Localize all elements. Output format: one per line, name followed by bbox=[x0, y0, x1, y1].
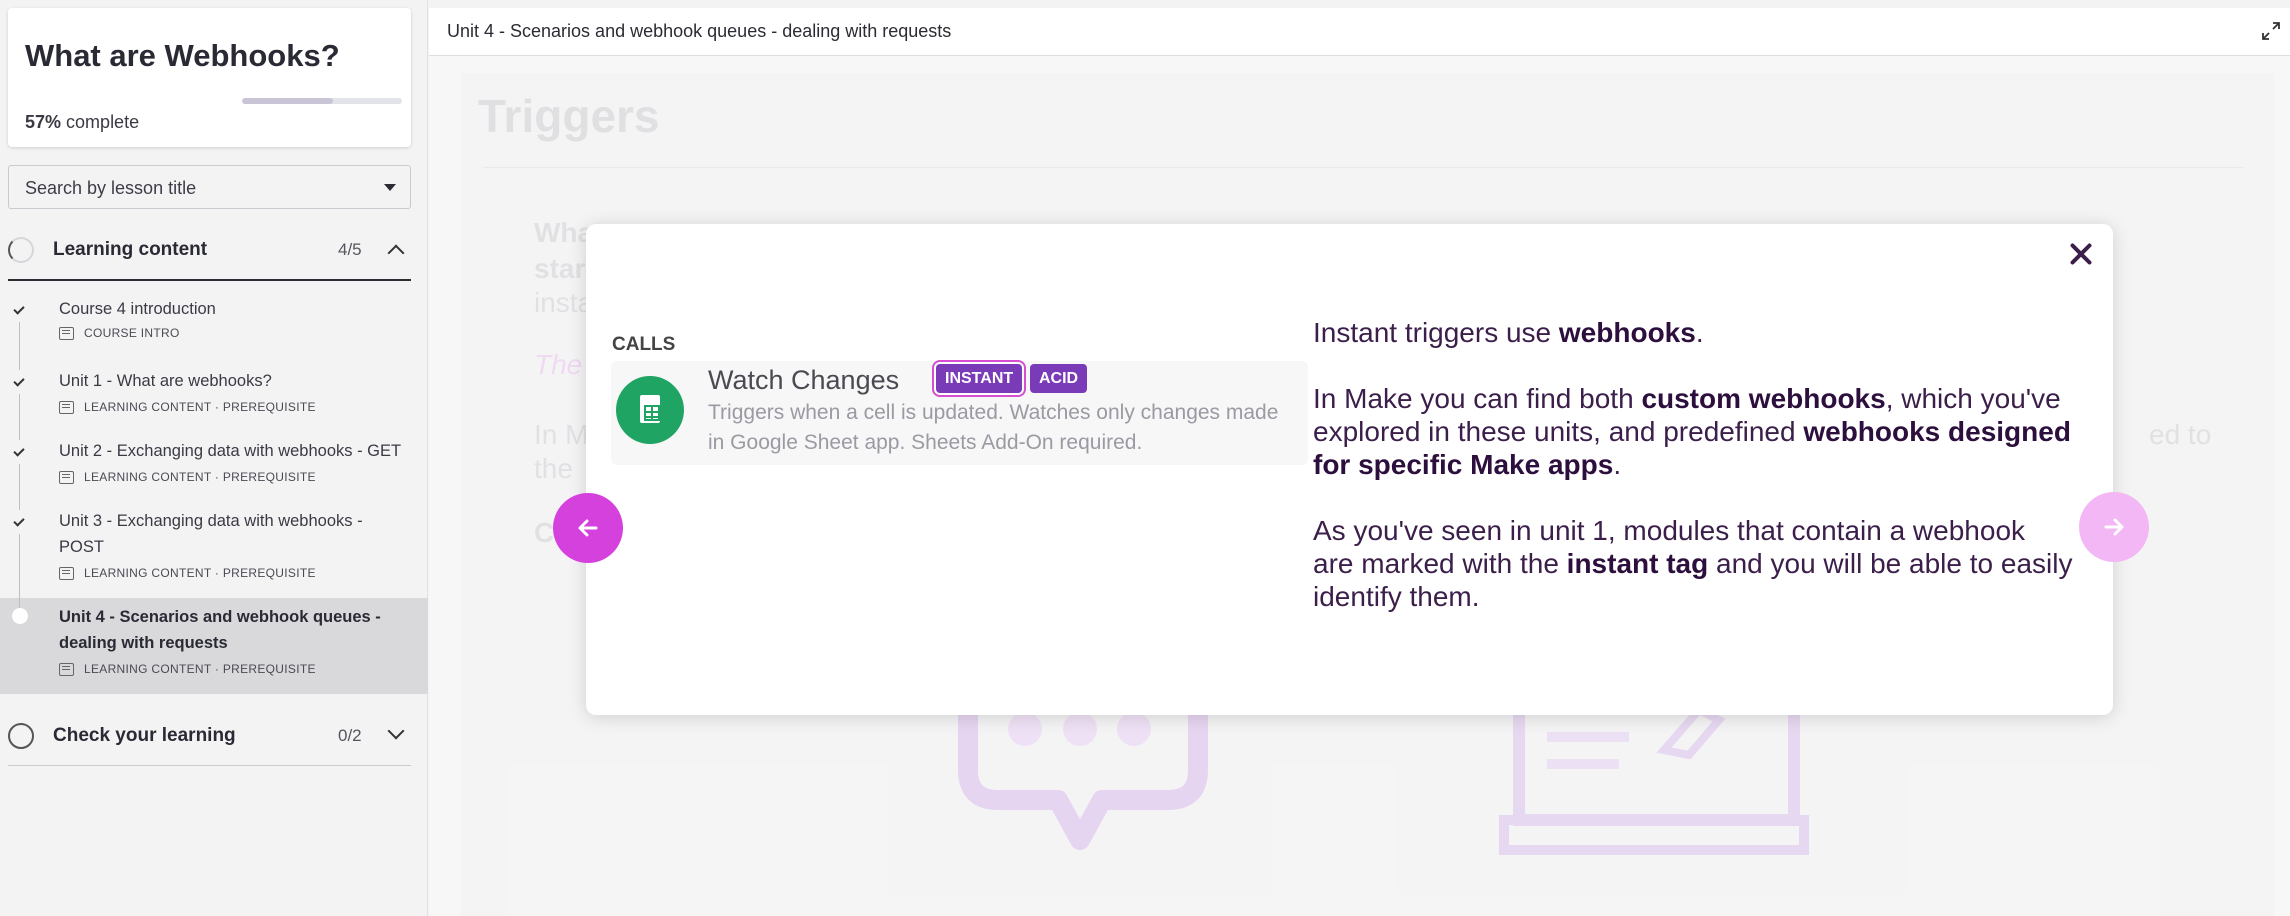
timeline-line bbox=[19, 534, 20, 598]
arrow-left-icon bbox=[578, 519, 598, 537]
expand-icon[interactable] bbox=[2262, 22, 2280, 40]
lesson-search-select[interactable]: Search by lesson title bbox=[8, 165, 411, 209]
module-description: Triggers when a cell is updated. Watches… bbox=[708, 401, 1279, 454]
lesson-item[interactable]: Course 4 introduction COURSE INTRO bbox=[0, 292, 428, 362]
lesson-meta-text: LEARNING CONTENT · PREREQUISITE bbox=[84, 470, 316, 484]
lesson-item-active[interactable]: Unit 4 - Scenarios and webhook queues - … bbox=[0, 598, 428, 694]
lesson-meta: LEARNING CONTENT · PREREQUISITE bbox=[59, 400, 316, 414]
lesson-title: Course 4 introduction bbox=[59, 300, 216, 318]
google-sheets-icon bbox=[616, 376, 684, 444]
module-name: Watch Changes bbox=[708, 365, 900, 395]
course-sidebar: What are Webhooks? 57% complete Search b… bbox=[0, 0, 428, 916]
calls-label: CALLS bbox=[612, 334, 676, 355]
timeline-line bbox=[19, 598, 20, 608]
lesson-topbar-title: Unit 4 - Scenarios and webhook queues - … bbox=[447, 21, 952, 41]
acid-badge: ACID bbox=[1030, 364, 1088, 393]
lesson-item[interactable]: Unit 1 - What are webhooks? LEARNING CON… bbox=[0, 362, 428, 432]
instant-badge: INSTANT bbox=[936, 364, 1023, 393]
section-learning-content[interactable]: Learning content 4/5 bbox=[0, 219, 412, 279]
slides-icon bbox=[59, 662, 74, 676]
lesson-item[interactable]: Unit 3 - Exchanging data with webhooks -… bbox=[0, 502, 428, 598]
lesson-meta-text: LEARNING CONTENT · PREREQUISITE bbox=[84, 566, 316, 580]
lesson-meta: COURSE INTRO bbox=[59, 326, 180, 340]
explanation-paragraph: As you've seen in unit 1, modules that c… bbox=[1313, 515, 2073, 612]
lesson-meta-text: LEARNING CONTENT · PREREQUISITE bbox=[84, 400, 316, 414]
chevron-down-icon[interactable] bbox=[387, 722, 405, 740]
lesson-item[interactable]: Unit 2 - Exchanging data with webhooks -… bbox=[0, 432, 428, 502]
progress-bar-fill bbox=[242, 98, 334, 104]
explanation-paragraph: In Make you can find both custom webhook… bbox=[1313, 383, 2071, 480]
lesson-meta-text: LEARNING CONTENT · PREREQUISITE bbox=[84, 662, 316, 676]
course-card: What are Webhooks? 57% complete bbox=[8, 8, 411, 147]
document-icon bbox=[59, 326, 74, 340]
modal-explanation: Instant triggers use webhooks. In Make y… bbox=[1313, 316, 2073, 646]
timeline-line bbox=[19, 432, 20, 440]
check-icon bbox=[13, 445, 25, 457]
lesson-meta: LEARNING CONTENT · PREREQUISITE bbox=[59, 470, 316, 484]
progress-percent: 57% bbox=[25, 112, 62, 132]
slides-icon bbox=[59, 566, 74, 580]
lesson-meta: LEARNING CONTENT · PREREQUISITE bbox=[59, 662, 316, 676]
slides-icon bbox=[59, 470, 74, 484]
next-button[interactable] bbox=[2079, 492, 2149, 562]
caret-down-icon bbox=[384, 184, 396, 191]
lesson-title: Unit 1 - What are webhooks? bbox=[59, 372, 272, 390]
explanation-paragraph: Instant triggers use webhooks. bbox=[1313, 317, 1704, 348]
progress-bar bbox=[242, 98, 402, 104]
previous-button[interactable] bbox=[553, 493, 623, 563]
check-icon bbox=[13, 303, 25, 315]
section-title: Learning content bbox=[53, 239, 208, 260]
timeline-line bbox=[19, 362, 20, 370]
timeline-line bbox=[19, 322, 20, 362]
check-icon bbox=[13, 375, 25, 387]
current-lesson-dot-icon bbox=[12, 608, 28, 624]
section-count: 0/2 bbox=[338, 726, 362, 745]
lesson-meta-text: COURSE INTRO bbox=[84, 326, 180, 340]
timeline-line bbox=[19, 502, 20, 510]
section-divider bbox=[8, 279, 411, 281]
section-count: 4/5 bbox=[338, 240, 362, 259]
timeline-line bbox=[19, 394, 20, 432]
module-card: Watch Changes INSTANT ACID Triggers when… bbox=[611, 361, 1308, 465]
course-title: What are Webhooks? bbox=[25, 38, 340, 73]
slides-icon bbox=[59, 400, 74, 414]
chevron-up-icon[interactable] bbox=[387, 244, 405, 262]
arrow-right-icon bbox=[2104, 518, 2124, 536]
progress-text: 57% complete bbox=[25, 112, 139, 133]
close-icon[interactable] bbox=[2066, 239, 2096, 269]
info-modal: CALLS Watch Changes INSTANT ACID Trigger… bbox=[586, 224, 2113, 715]
lesson-title: Unit 4 - Scenarios and webhook queues - … bbox=[59, 608, 381, 652]
lesson-title: Unit 3 - Exchanging data with webhooks -… bbox=[59, 512, 363, 556]
progress-ring-icon bbox=[8, 237, 34, 263]
progress-ring-icon bbox=[8, 723, 34, 749]
progress-suffix: complete bbox=[66, 112, 140, 132]
lesson-topbar: Unit 4 - Scenarios and webhook queues - … bbox=[429, 8, 2290, 56]
lesson-meta: LEARNING CONTENT · PREREQUISITE bbox=[59, 566, 316, 580]
section-check-your-learning[interactable]: Check your learning 0/2 bbox=[0, 705, 412, 765]
section-divider bbox=[8, 765, 411, 766]
check-icon bbox=[13, 515, 25, 527]
lesson-title: Unit 2 - Exchanging data with webhooks -… bbox=[59, 442, 402, 460]
timeline-line bbox=[19, 464, 20, 502]
section-title: Check your learning bbox=[53, 725, 236, 746]
lesson-search-label: Search by lesson title bbox=[25, 178, 197, 198]
